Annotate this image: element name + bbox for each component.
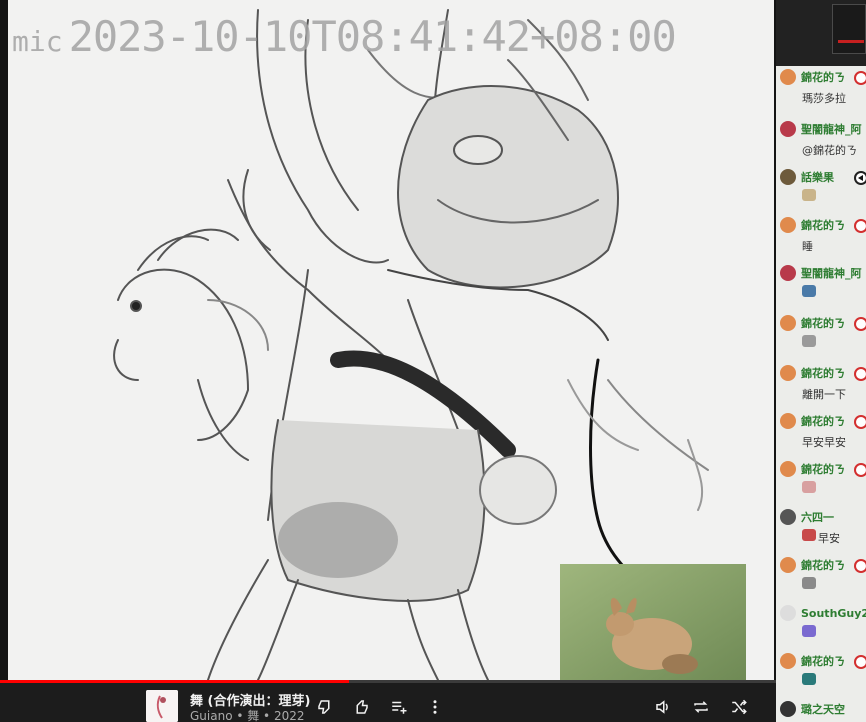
stream-overlay-panel bbox=[776, 0, 866, 66]
speaker-icon bbox=[854, 171, 866, 185]
chat-author[interactable]: 錦花的ㄋ bbox=[801, 413, 845, 429]
thumbs-down-icon[interactable] bbox=[314, 697, 336, 717]
chat-text: 早安早安 bbox=[802, 436, 846, 449]
avatar bbox=[780, 69, 796, 85]
volume-icon[interactable] bbox=[652, 697, 674, 717]
chat-emote-icon bbox=[802, 481, 816, 493]
chat-emote-icon bbox=[802, 625, 816, 637]
progress-fill[interactable] bbox=[0, 680, 350, 683]
chat-emote-icon bbox=[802, 673, 816, 685]
thumbs-up-icon[interactable] bbox=[350, 697, 372, 717]
member-badge-icon bbox=[854, 655, 866, 669]
chat-text: 睡 bbox=[802, 240, 813, 253]
chat-emote-icon bbox=[802, 529, 816, 541]
chat-author[interactable]: 六四一 bbox=[801, 509, 834, 525]
chat-author[interactable]: 錦花的ㄋ bbox=[801, 69, 845, 85]
chat-author[interactable]: 錦花的ㄋ bbox=[801, 461, 845, 477]
repeat-icon[interactable] bbox=[690, 697, 712, 717]
avatar bbox=[780, 413, 796, 429]
avatar bbox=[780, 509, 796, 525]
avatar bbox=[780, 701, 796, 717]
shuffle-icon[interactable] bbox=[728, 697, 750, 717]
member-badge-icon bbox=[854, 317, 866, 331]
member-badge-icon bbox=[854, 71, 866, 85]
chat-author[interactable]: 錦花的ㄋ bbox=[801, 217, 845, 233]
avatar bbox=[780, 169, 796, 185]
stream-video[interactable]: mic 2023-10-10T08:41:42+08:00 bbox=[8, 0, 774, 680]
member-badge-icon bbox=[854, 367, 866, 381]
chat-author[interactable]: 錦花的ㄋ bbox=[801, 653, 845, 669]
chat-text: @錦花的ㄋ bbox=[802, 144, 857, 157]
album-art-thumbnail[interactable] bbox=[146, 690, 178, 722]
playlist-add-icon[interactable] bbox=[388, 697, 410, 717]
timestamp-datetime: 2023-10-10T08:41:42+08:00 bbox=[68, 12, 677, 61]
avatar bbox=[780, 265, 796, 281]
chat-emote-icon bbox=[802, 285, 816, 297]
chat-emote-icon bbox=[802, 577, 816, 589]
member-badge-icon bbox=[854, 415, 866, 429]
overlay-accent bbox=[838, 40, 864, 43]
avatar bbox=[780, 121, 796, 137]
chat-author[interactable]: 聖闇龍神_阿 bbox=[801, 121, 862, 137]
live-chat[interactable]: 錦花的ㄋ 瑪莎多拉 聖闇龍神_阿 @錦花的ㄋ 話樂果 錦花的ㄋ 睡 聖闇龍神_阿… bbox=[776, 66, 866, 722]
song-subtitle[interactable]: Guiano • 舞 • 2022 bbox=[190, 707, 305, 722]
stream-timestamp-overlay: mic 2023-10-10T08:41:42+08:00 bbox=[12, 12, 677, 61]
screen: mic 2023-10-10T08:41:42+08:00 錦花的ㄋ 瑪莎多拉 … bbox=[0, 0, 866, 722]
avatar bbox=[780, 653, 796, 669]
chat-text: 離開一下 bbox=[802, 388, 846, 401]
chat-emote-icon bbox=[802, 335, 816, 347]
member-badge-icon bbox=[854, 559, 866, 573]
chat-text: 瑪莎多拉 bbox=[802, 92, 846, 105]
overlay-frame bbox=[832, 4, 866, 54]
chat-emote-icon bbox=[802, 189, 816, 201]
more-vert-icon[interactable] bbox=[424, 697, 446, 717]
chat-text: 早安 bbox=[818, 532, 840, 545]
member-badge-icon bbox=[854, 463, 866, 477]
avatar bbox=[780, 605, 796, 621]
avatar bbox=[780, 461, 796, 477]
chat-author[interactable]: 話樂果 bbox=[801, 169, 834, 185]
chat-author[interactable]: 錦花的ㄋ bbox=[801, 315, 845, 331]
avatar bbox=[780, 217, 796, 233]
chat-author[interactable]: 錦花的ㄋ bbox=[801, 557, 845, 573]
avatar bbox=[780, 557, 796, 573]
chat-author[interactable]: 聖闇龍神_阿 bbox=[801, 265, 862, 281]
chat-author[interactable]: 錦花的ㄋ bbox=[801, 365, 845, 381]
chat-author[interactable]: 璐之天空 bbox=[801, 701, 845, 717]
member-badge-icon bbox=[854, 219, 866, 233]
reference-photo bbox=[560, 564, 746, 680]
chat-author[interactable]: SouthGuy2 bbox=[801, 607, 866, 620]
avatar bbox=[780, 365, 796, 381]
timestamp-mic-label: mic bbox=[12, 25, 63, 58]
avatar bbox=[780, 315, 796, 331]
